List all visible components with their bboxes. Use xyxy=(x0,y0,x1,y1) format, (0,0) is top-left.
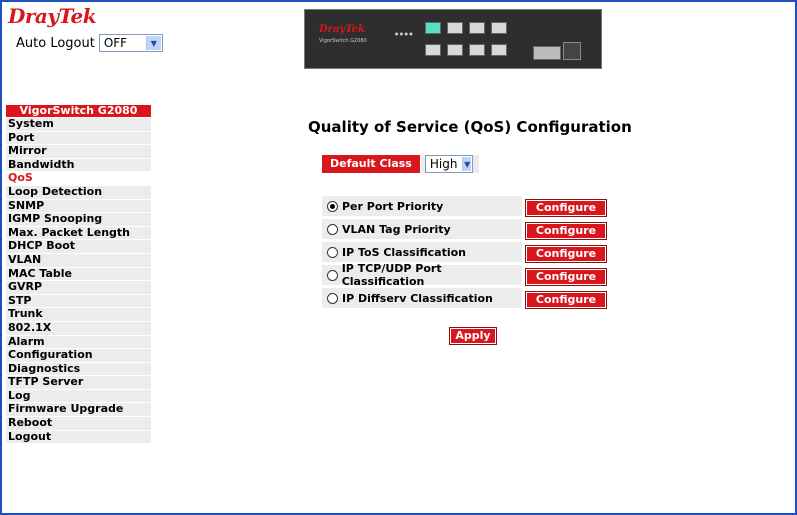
radio-button[interactable] xyxy=(327,200,338,212)
logo-dray-text: Dray xyxy=(8,4,59,28)
sidebar-item-vlan[interactable]: VLAN xyxy=(6,253,151,268)
device-port xyxy=(447,44,463,56)
sidebar-item-diagnostics[interactable]: Diagnostics xyxy=(6,362,151,377)
default-class-row: Default Class High ▼ xyxy=(322,155,479,173)
sidebar-item-system[interactable]: System xyxy=(6,117,151,132)
sidebar-item-snmp[interactable]: SNMP xyxy=(6,199,151,214)
default-class-box: High ▼ xyxy=(420,155,479,173)
draytek-logo: DrayTek xyxy=(8,4,97,28)
device-brand: DrayTek xyxy=(319,24,365,35)
qos-option-cell: IP TCP/UDP Port Classification xyxy=(322,262,522,288)
device-port xyxy=(469,44,485,56)
default-class-select[interactable]: High ▼ xyxy=(424,155,473,173)
configure-button[interactable]: Configure xyxy=(525,222,607,240)
sidebar-item-dhcp-boot[interactable]: DHCP Boot xyxy=(6,240,151,254)
qos-configure-cell: Configure xyxy=(522,196,607,217)
qos-configure-cell: Configure xyxy=(522,242,607,263)
radio-button[interactable] xyxy=(327,292,338,304)
sidebar-item-logout[interactable]: Logout xyxy=(6,430,151,445)
qos-option-cell: VLAN Tag Priority xyxy=(322,219,522,239)
qos-option-label[interactable]: IP TCP/UDP Port Classification xyxy=(322,262,522,288)
sidebar-item-bandwidth[interactable]: Bandwidth xyxy=(6,158,151,173)
radio-button[interactable] xyxy=(327,246,338,258)
qos-option-cell: IP Diffserv Classification xyxy=(322,288,522,308)
qos-option-text: IP Diffserv Classification xyxy=(342,291,493,305)
device-sfp-port xyxy=(533,46,561,60)
qos-option-text: VLAN Tag Priority xyxy=(342,222,451,236)
qos-option-label[interactable]: VLAN Tag Priority xyxy=(322,219,522,239)
qos-option-cell: Per Port Priority xyxy=(322,196,522,216)
radio-button[interactable] xyxy=(327,269,338,281)
device-port xyxy=(425,22,441,34)
qos-option-text: Per Port Priority xyxy=(342,199,444,213)
radio-selected-dot xyxy=(330,203,335,209)
sidebar-item-max-packet-length[interactable]: Max. Packet Length xyxy=(6,226,151,241)
qos-configure-cell: Configure xyxy=(522,265,607,286)
radio-button[interactable] xyxy=(327,223,338,235)
sidebar-item-stp[interactable]: STP xyxy=(6,294,151,309)
sidebar-menu: VigorSwitch G2080 System Port Mirror Bandwi… xyxy=(6,105,151,445)
chevron-down-icon[interactable]: ▼ xyxy=(145,36,161,50)
sidebar-item-mirror[interactable]: Mirror xyxy=(6,145,151,159)
sidebar-item-qos[interactable]: QoS xyxy=(6,172,151,186)
apply-button[interactable]: Apply xyxy=(449,327,497,345)
sidebar-item-loop-detection[interactable]: Loop Detection xyxy=(6,185,151,200)
auto-logout-value: OFF xyxy=(103,36,128,50)
page-title: Quality of Service (QoS) Configuration xyxy=(308,118,632,136)
sidebar-item-mac-table[interactable]: MAC Table xyxy=(6,267,151,282)
auto-logout: Auto Logout OFF ▼ xyxy=(16,34,163,52)
device-model: VigorSwitch G2080 xyxy=(319,38,367,44)
sidebar-item-log[interactable]: Log xyxy=(6,389,151,404)
qos-option-text: IP TCP/UDP Port Classification xyxy=(341,262,442,288)
device-port xyxy=(469,22,485,34)
configure-button[interactable]: Configure xyxy=(525,245,607,263)
qos-option-label[interactable]: Per Port Priority xyxy=(322,196,522,216)
qos-options-table: Per Port Priority Configure VLAN Tag Prior… xyxy=(322,193,607,311)
auto-logout-label: Auto Logout xyxy=(16,35,95,51)
configure-button[interactable]: Configure xyxy=(525,199,607,217)
qos-option-row: VLAN Tag Priority Configure xyxy=(322,219,607,240)
qos-option-cell: IP ToS Classification xyxy=(322,242,522,262)
sidebar-item-port[interactable]: Port xyxy=(6,131,151,146)
sidebar-item-trunk[interactable]: Trunk xyxy=(6,308,151,322)
device-image: DrayTek VigorSwitch G2080 ● ● ● ● xyxy=(304,9,602,69)
qos-option-label[interactable]: IP Diffserv Classification xyxy=(322,288,522,308)
device-port xyxy=(425,44,441,56)
sidebar-item-firmware-upgrade[interactable]: Firmware Upgrade xyxy=(6,403,151,418)
logo-tek-text: Tek xyxy=(58,4,97,28)
qos-option-label[interactable]: IP ToS Classification xyxy=(322,242,522,262)
configure-button[interactable]: Configure xyxy=(525,291,607,309)
qos-option-row: IP ToS Classification Configure xyxy=(322,242,607,263)
chevron-down-icon[interactable]: ▼ xyxy=(462,157,471,171)
sidebar-item-configuration[interactable]: Configuration xyxy=(6,348,151,363)
device-leds: ● ● ● ● xyxy=(395,31,413,36)
device-sfp-port xyxy=(563,42,581,60)
qos-option-row: IP TCP/UDP Port Classification Configure xyxy=(322,262,607,288)
default-class-value: High xyxy=(429,157,458,171)
qos-option-row: IP Diffserv Classification Configure xyxy=(322,288,607,309)
qos-option-row: Per Port Priority Configure xyxy=(322,196,607,217)
device-port xyxy=(447,22,463,34)
sidebar-item-gvrp[interactable]: GVRP xyxy=(6,281,151,295)
sidebar-item-tftp-server[interactable]: TFTP Server xyxy=(6,376,151,390)
device-port xyxy=(491,22,507,34)
sidebar-item-igmp-snooping[interactable]: IGMP Snooping xyxy=(6,213,151,227)
qos-configure-cell: Configure xyxy=(522,288,607,309)
qos-configure-cell: Configure xyxy=(522,219,607,240)
device-port xyxy=(491,44,507,56)
auto-logout-select[interactable]: OFF ▼ xyxy=(98,34,163,52)
sidebar-item-reboot[interactable]: Reboot xyxy=(6,416,151,431)
configure-button[interactable]: Configure xyxy=(525,268,607,286)
qos-option-text: IP ToS Classification xyxy=(342,245,466,259)
default-class-label: Default Class xyxy=(322,155,421,173)
sidebar-item-802-1x[interactable]: 802.1X xyxy=(6,321,151,336)
menu-header: VigorSwitch G2080 xyxy=(6,105,151,117)
sidebar-item-alarm[interactable]: Alarm xyxy=(6,335,151,350)
